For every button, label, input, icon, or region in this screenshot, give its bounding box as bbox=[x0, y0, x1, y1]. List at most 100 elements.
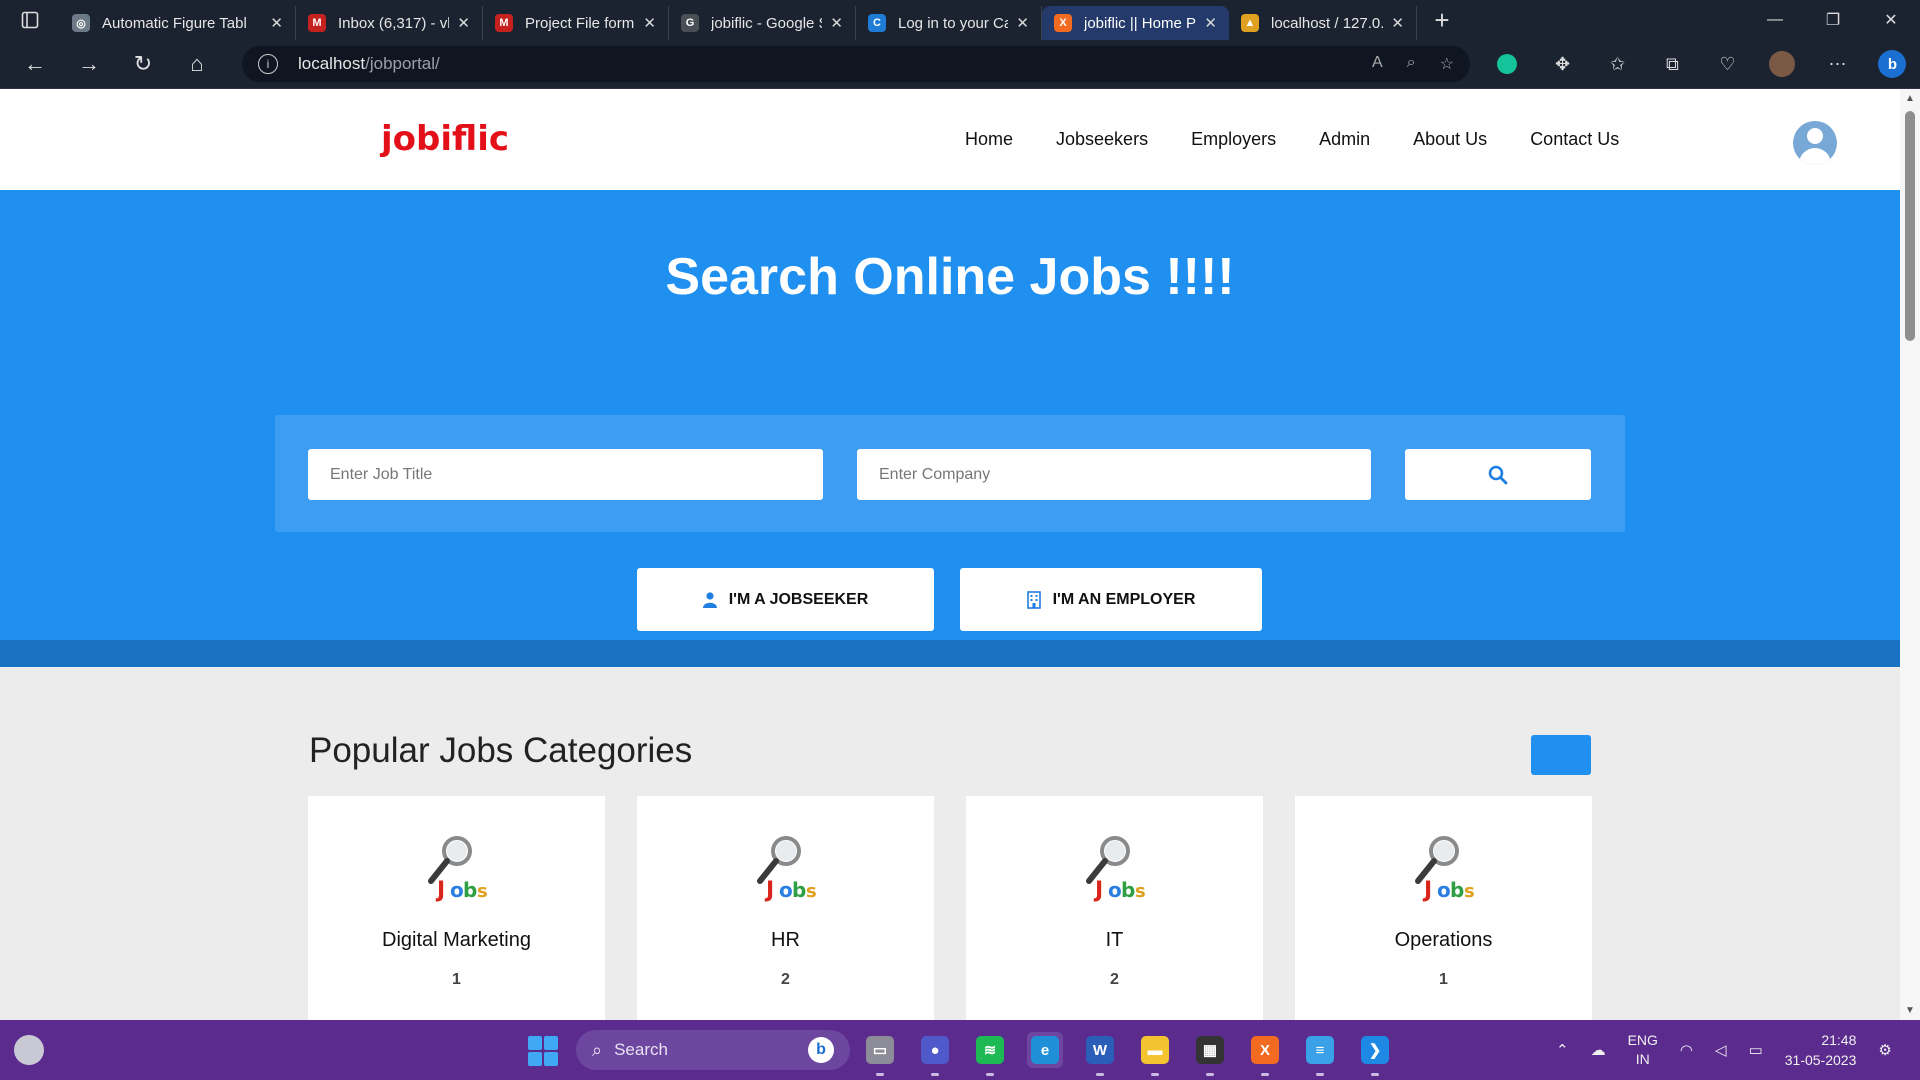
onedrive-icon[interactable]: ☁ bbox=[1591, 1041, 1606, 1059]
home-button[interactable]: ⌂ bbox=[170, 40, 224, 89]
taskbar-search[interactable]: ⌕ Search b bbox=[576, 1030, 850, 1070]
jobs-logo-icon: Jobs bbox=[1415, 836, 1475, 903]
task-view-icon[interactable]: ▭ bbox=[862, 1032, 898, 1076]
category-card[interactable]: Jo b s HR 2 bbox=[637, 796, 934, 1020]
menu-item-admin[interactable]: Admin bbox=[1319, 129, 1370, 150]
reload-button[interactable]: ↻ bbox=[116, 40, 170, 89]
address-bar[interactable]: i localhost/jobportal/ A ⌕ ☆ bbox=[242, 46, 1470, 82]
page-scrollbar[interactable]: ▲ ▼ bbox=[1900, 89, 1920, 1020]
close-tab-icon[interactable]: ✕ bbox=[830, 14, 843, 32]
categories-heading: Popular Jobs Categories bbox=[309, 731, 693, 770]
svg-text:s: s bbox=[806, 881, 817, 902]
browser-tab[interactable]: ◎ Automatic Figure Tabl ✕ bbox=[60, 6, 296, 40]
search-icon bbox=[1488, 465, 1508, 484]
notifications-icon[interactable]: ⚙ bbox=[1878, 1041, 1891, 1059]
tab-favicon-icon: M bbox=[495, 14, 513, 32]
teams-icon[interactable]: ● bbox=[917, 1032, 953, 1076]
favorites-icon[interactable]: ✩ bbox=[1590, 40, 1645, 89]
extensions-icon[interactable]: ✥ bbox=[1535, 40, 1590, 89]
search-icon: ⌕ bbox=[592, 1039, 603, 1060]
close-tab-icon[interactable]: ✕ bbox=[643, 14, 656, 32]
search-button[interactable] bbox=[1405, 449, 1591, 500]
company-input[interactable] bbox=[857, 449, 1371, 500]
job-title-input[interactable] bbox=[308, 449, 823, 500]
clock[interactable]: 21:48 31-05-2023 bbox=[1785, 1030, 1857, 1070]
svg-text:b: b bbox=[1121, 878, 1135, 902]
zoom-icon[interactable]: ⌕ bbox=[1407, 54, 1416, 74]
jobs-logo-icon: Jobs bbox=[1086, 836, 1146, 903]
category-name: Digital Marketing bbox=[382, 929, 531, 951]
category-job-count: 1 bbox=[452, 971, 461, 988]
add-favorite-icon[interactable]: ☆ bbox=[1440, 54, 1454, 74]
collections-icon[interactable]: ⧉ bbox=[1645, 40, 1700, 89]
task-view-glyph: ▭ bbox=[866, 1036, 894, 1064]
forward-button[interactable]: → bbox=[62, 40, 116, 89]
category-card[interactable]: Jo b s Operations 1 bbox=[1295, 796, 1592, 1020]
close-window-button[interactable]: ✕ bbox=[1862, 0, 1920, 40]
show-hidden-icons[interactable]: ⌃ bbox=[1556, 1041, 1569, 1059]
back-button[interactable]: ← bbox=[8, 40, 62, 89]
user-avatar-icon[interactable] bbox=[1793, 121, 1837, 165]
close-tab-icon[interactable]: ✕ bbox=[1016, 14, 1029, 32]
notepad-glyph: ≡ bbox=[1306, 1036, 1334, 1064]
browser-tab[interactable]: M Project File format - v ✕ bbox=[483, 6, 669, 40]
menu-item-contact-us[interactable]: Contact Us bbox=[1530, 129, 1619, 150]
weather-widget-icon[interactable] bbox=[14, 1035, 44, 1065]
scrollbar-thumb[interactable] bbox=[1905, 111, 1915, 341]
scroll-down-icon[interactable]: ▼ bbox=[1900, 1005, 1920, 1016]
wifi-icon[interactable]: ◠ bbox=[1680, 1041, 1693, 1059]
word-icon[interactable]: W bbox=[1082, 1032, 1118, 1076]
more-menu-icon[interactable]: ⋯ bbox=[1810, 40, 1865, 89]
category-card[interactable]: Jo b s Digital Marketing 1 bbox=[308, 796, 605, 1020]
language-indicator[interactable]: ENG IN bbox=[1628, 1031, 1658, 1069]
xampp-icon[interactable]: X bbox=[1247, 1032, 1283, 1076]
close-tab-icon[interactable]: ✕ bbox=[457, 14, 470, 32]
minimize-button[interactable]: — bbox=[1746, 0, 1804, 40]
category-card[interactable]: Jo b s IT 2 bbox=[966, 796, 1263, 1020]
file-explorer-icon[interactable]: ▬ bbox=[1137, 1032, 1173, 1076]
close-tab-icon[interactable]: ✕ bbox=[1204, 14, 1217, 32]
volume-icon[interactable]: ◁ bbox=[1715, 1041, 1727, 1059]
close-tab-icon[interactable]: ✕ bbox=[1391, 14, 1404, 32]
browser-essentials-icon[interactable]: ♡ bbox=[1700, 40, 1755, 89]
scroll-up-icon[interactable]: ▲ bbox=[1900, 93, 1920, 104]
restore-button[interactable]: ❐ bbox=[1804, 0, 1862, 40]
tab-actions-icon[interactable] bbox=[0, 0, 60, 40]
jobs-logo-icon: Jobs bbox=[428, 836, 488, 903]
close-tab-icon[interactable]: ✕ bbox=[270, 14, 283, 32]
ms-project-icon[interactable]: ▦ bbox=[1192, 1032, 1228, 1076]
profile-icon[interactable] bbox=[1755, 40, 1810, 89]
bing-icon[interactable]: b bbox=[808, 1037, 834, 1063]
vscode-icon[interactable]: ❯ bbox=[1357, 1032, 1393, 1076]
browser-tab[interactable]: ▲ localhost / 127.0.0.1 / ✕ bbox=[1229, 6, 1417, 40]
tab-favicon-icon: ◎ bbox=[72, 14, 90, 32]
svg-text:s: s bbox=[1464, 881, 1475, 902]
browser-tab[interactable]: M Inbox (6,317) - vk768 ✕ bbox=[296, 6, 483, 40]
categories-action-button[interactable] bbox=[1531, 735, 1591, 775]
svg-text:b: b bbox=[792, 878, 806, 902]
site-logo[interactable]: jobiflic bbox=[381, 119, 509, 159]
spotify-icon[interactable]: ≋ bbox=[972, 1032, 1008, 1076]
bing-copilot-icon[interactable]: b bbox=[1865, 40, 1920, 89]
edge-icon[interactable]: e bbox=[1027, 1032, 1063, 1068]
tab-title: jobiflic - Google Searc bbox=[711, 14, 822, 32]
new-tab-button[interactable]: + bbox=[1417, 0, 1467, 40]
jobseeker-button[interactable]: I'M A JOBSEEKER bbox=[637, 568, 934, 631]
notepad-icon[interactable]: ≡ bbox=[1302, 1032, 1338, 1076]
employer-button[interactable]: I'M AN EMPLOYER bbox=[960, 568, 1262, 631]
menu-item-employers[interactable]: Employers bbox=[1191, 129, 1276, 150]
menu-item-about-us[interactable]: About Us bbox=[1413, 129, 1487, 150]
start-button[interactable] bbox=[528, 1036, 558, 1066]
battery-icon[interactable]: ▭ bbox=[1749, 1041, 1763, 1059]
site-info-icon[interactable]: i bbox=[258, 54, 278, 74]
menu-item-jobseekers[interactable]: Jobseekers bbox=[1056, 129, 1148, 150]
browser-tab[interactable]: C Log in to your Canva a ✕ bbox=[856, 6, 1042, 40]
browser-tab[interactable]: Xjobiflic || Home Page ✕ bbox=[1042, 6, 1229, 40]
menu-item-home[interactable]: Home bbox=[965, 129, 1013, 150]
read-aloud-icon[interactable]: A bbox=[1372, 54, 1383, 74]
browser-tab[interactable]: Gjobiflic - Google Searc ✕ bbox=[669, 6, 856, 40]
grammarly-icon[interactable] bbox=[1480, 40, 1535, 89]
tab-title: Automatic Figure Tabl bbox=[102, 14, 247, 32]
svg-text:J: J bbox=[435, 878, 445, 903]
ms-project-glyph: ▦ bbox=[1196, 1036, 1224, 1064]
